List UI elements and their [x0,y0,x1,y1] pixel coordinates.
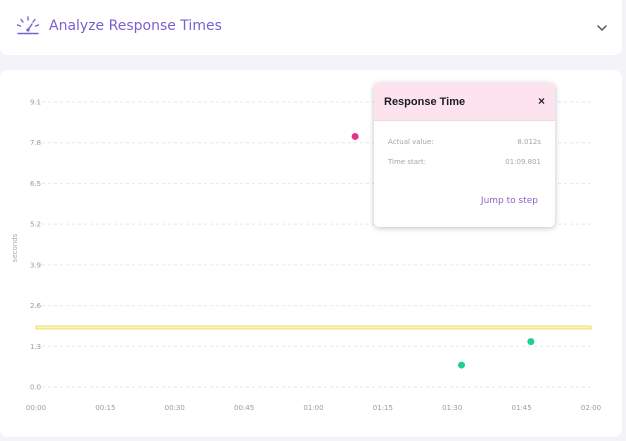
response-time-popup: Response Time × Actual value: 8.012s Tim… [374,83,555,227]
y-tick-label: 2.6 [30,302,42,310]
actual-value-row: Actual value: 8.012s [388,138,541,146]
actual-value-label: Actual value: [388,138,434,146]
x-axis-ticks: 00:00 00:15 00:30 00:45 01:00 01:15 01:30 01:45… [26,404,601,412]
time-start-value: 01:09.801 [505,158,541,166]
x-tick-label: 01:00 [303,404,323,412]
analyze-header[interactable]: Analyze Response Times [0,0,622,55]
time-start-row: Time start: 01:09.801 [388,158,541,166]
x-tick-label: 00:30 [165,404,185,412]
y-tick-label: 5.2 [30,221,41,229]
y-tick-label: 9.1 [30,99,41,107]
jump-to-step-link[interactable]: Jump to step [481,196,538,206]
data-point[interactable] [527,338,535,346]
x-tick-label: 00:15 [95,404,115,412]
x-tick-label: 01:15 [373,404,393,412]
x-tick-label: 00:00 [26,404,46,412]
y-axis-label: seconds [11,233,19,262]
y-axis-ticks: 0.0 1.3 2.6 3.9 5.2 6.5 7.8 9.1 [30,99,42,392]
time-start-label: Time start: [388,158,427,166]
chevron-down-icon[interactable] [596,23,608,33]
threshold-line [35,325,592,330]
x-tick-label: 00:45 [234,404,254,412]
threshold-line [35,325,592,330]
x-tick-label: 01:45 [512,404,532,412]
data-point[interactable] [458,361,465,369]
y-tick-label: 7.8 [30,139,41,147]
x-tick-label: 02:00 [581,404,601,412]
y-tick-label: 6.5 [30,180,41,188]
y-tick-label: 1.3 [30,343,41,351]
popup-title: Response Time [384,96,466,108]
actual-value: 8.012s [517,138,541,146]
selected-data-point[interactable] [351,132,359,140]
speedometer-icon [16,16,40,35]
y-tick-label: 3.9 [30,261,41,269]
close-icon[interactable]: × [538,94,545,108]
page-title: Analyze Response Times [49,18,222,34]
popup-header: Response Time × [374,83,555,121]
x-tick-label: 01:30 [442,404,462,412]
y-tick-label: 0.0 [30,384,41,392]
